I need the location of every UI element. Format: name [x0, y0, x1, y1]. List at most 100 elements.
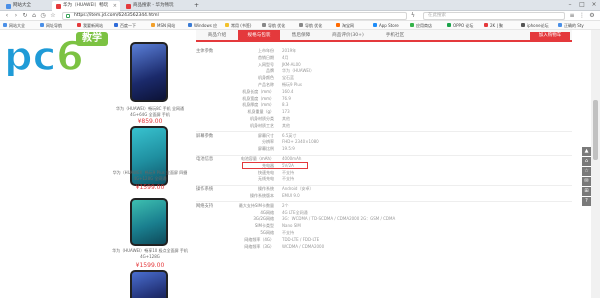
forward-icon[interactable]: › [12, 11, 20, 21]
browser-tab-0[interactable]: 网站大全 [2, 1, 50, 11]
bookmark-11[interactable]: 应用商店 [410, 21, 432, 30]
tab-3[interactable]: 商品评价(30+) [322, 30, 374, 42]
spec-value: 不支持 [282, 176, 294, 182]
tab-close-icon[interactable]: × [113, 1, 117, 11]
product-title[interactable]: 华为（HUAWEI）畅享10 极点全面屏 手机 4G+128G [110, 248, 190, 259]
bookmark-13[interactable]: 2K | 聚 [484, 21, 503, 30]
bookmark-label: MSN 网站 [157, 23, 176, 28]
lightning-icon[interactable]: ϟ [409, 11, 417, 21]
browser-tab-1[interactable]: 华为（HUAWEI）畅玩 × [52, 1, 120, 11]
side-tool-button-3[interactable]: ✉ [582, 177, 591, 186]
search-input[interactable]: 在此搜索 [423, 12, 565, 20]
bookmark-7[interactable]: 导航 优化 [262, 21, 285, 30]
spec-row: 机身重量（g） 173 [196, 109, 572, 116]
bookmark-label: Windows 应 [194, 23, 218, 28]
close-window-icon[interactable]: × [588, 0, 600, 10]
bookmark-label: 我要新闻站 [83, 23, 103, 28]
spec-row: 无线充电 不支持 [196, 176, 572, 183]
scrollbar-thumb[interactable] [593, 100, 598, 160]
new-tab-button[interactable]: + [192, 1, 202, 11]
menu-icon[interactable]: ≡ [568, 11, 576, 21]
tab-0[interactable]: 商品介绍 [196, 30, 238, 42]
bookmark-5[interactable]: Windows 应 [188, 21, 217, 30]
extension-icon[interactable]: ⋮ [578, 11, 586, 21]
lock-icon [66, 14, 70, 18]
spec-row: 操作系统 Android（安卓） [196, 186, 572, 193]
spec-row: 网络频率（3G） WCDMA / CDMA2000 [196, 244, 572, 251]
tab-favicon-icon [6, 4, 11, 9]
spec-value: 2个 [282, 202, 289, 208]
phone-image[interactable] [130, 42, 168, 102]
tab-1[interactable]: 规格与包装 [238, 30, 280, 42]
product-tabs: 商品介绍 规格与包装 售后保障 商品评价(30+) 手机社区 加入购物车 [196, 30, 572, 42]
tab-label: 商品搜索 - 华为畅玩 [133, 3, 174, 8]
address-bar[interactable]: https://item.jd.com/6243562344.html [62, 12, 407, 20]
highlight-box [242, 161, 308, 169]
home-icon[interactable]: ⌂ [30, 11, 38, 21]
tab-4[interactable]: 手机社区 [374, 30, 416, 42]
back-icon[interactable]: ‹ [3, 11, 11, 21]
star-icon[interactable]: ☆ [49, 11, 57, 21]
phone-image[interactable] [130, 198, 168, 246]
bookmark-icon [484, 23, 488, 27]
page-scrollbar[interactable] [591, 30, 600, 298]
spec-row: 屏幕比例 19.5:9 [196, 146, 572, 153]
spec-value: 76.9 [282, 95, 291, 101]
settings-icon[interactable]: ⚙ [588, 11, 596, 21]
spec-row: 屏幕尺寸 6.5英寸 [196, 133, 572, 140]
browser-tab-2[interactable]: 商品搜索 - 华为畅玩 [122, 1, 190, 11]
maximize-icon[interactable]: □ [576, 0, 588, 10]
bookmark-label: 2K | 聚 [490, 23, 504, 28]
bookmark-10[interactable]: App Store [373, 21, 399, 30]
tab-2[interactable]: 售后保障 [280, 30, 322, 42]
bookmark-4[interactable]: MSN 网站 [151, 21, 175, 30]
spec-value: 8.3 [282, 102, 289, 108]
reload-icon[interactable]: ↻ [21, 11, 29, 21]
bookmark-0[interactable]: 网站大全 [3, 21, 25, 30]
spec-key: 快速充电 [258, 169, 274, 175]
bookmark-label: 网站大全 [9, 23, 25, 28]
bookmark-14[interactable]: iphone论坛 [521, 21, 549, 30]
side-tool-button-0[interactable]: ▲ [582, 147, 591, 156]
bookmark-1[interactable]: 网址导航 [40, 21, 62, 30]
add-to-cart-button[interactable]: 加入购物车 [530, 32, 570, 40]
bookmark-icon [40, 23, 44, 27]
spec-row: 分辨率 FHD+ 2340×1080 [196, 139, 572, 146]
bookmark-label: 淘宝网 [342, 23, 354, 28]
spec-row: 网络频率（4G） TDD-LTE / FDD-LTE [196, 237, 572, 244]
side-tool-button-2[interactable]: ☆ [582, 167, 591, 176]
sidebar-product-2[interactable]: 华为（HUAWEI）畅享10 极点全面屏 手机 4G+128G ¥1599.00 [110, 198, 190, 270]
bookmark-12[interactable]: OPPO 论坛 [447, 21, 473, 30]
spec-row: 入网型号 JKM-AL00 [196, 62, 572, 69]
history-icon[interactable]: ◷ [39, 11, 47, 21]
bookmark-2[interactable]: 我要新闻站 [77, 21, 103, 30]
spec-value: 畅玩9 Plus [282, 82, 302, 87]
bookmark-6[interactable]: 常用 (书签) [225, 21, 251, 30]
spec-key: 3G/2G网络 [253, 216, 274, 222]
sidebar-product-0[interactable]: 华为（HUAWEI）畅玩8C 手机 全网通 4G+64G 全面屏 手机 ¥859… [110, 40, 190, 125]
bookmark-icon [410, 23, 414, 27]
tab-favicon-icon [56, 4, 61, 9]
bookmark-label: 导航 优化 [305, 23, 323, 28]
sidebar-product-next[interactable] [110, 270, 190, 298]
bookmark-icon [225, 23, 229, 27]
spec-row: 机身颜色 宝石蓝 [196, 75, 572, 82]
product-title[interactable]: 华为（HUAWEI）畅玩8C 手机 全网通 4G+64G 全面屏 手机 [110, 106, 190, 117]
bookmark-icon [151, 23, 155, 27]
sidebar-product-1[interactable]: 华为（HUAWEI）畅玩9 Plus 全面屏 四摄 4G+128G 全网通 ¥1… [110, 126, 190, 202]
spec-key: 上市年份 [258, 48, 274, 53]
spec-row: 操作系统版本 EMUI 9.0 [196, 193, 572, 200]
side-tool-button-5[interactable]: ? [582, 197, 591, 206]
minimize-icon[interactable]: – [564, 0, 576, 10]
bookmark-3[interactable]: 百度一下 [114, 21, 136, 30]
side-tool-button-1[interactable]: ⌂ [582, 157, 591, 166]
phone-image[interactable] [130, 270, 168, 298]
spec-key: 分辨率 [262, 139, 274, 145]
spec-value: EMUI 9.0 [282, 193, 300, 198]
bookmark-8[interactable]: 导航 优化 [299, 21, 322, 30]
product-title[interactable]: 华为（HUAWEI）畅玩9 Plus 全面屏 四摄 4G+128G 全网通 [110, 170, 190, 181]
bookmark-9[interactable]: 淘宝网 [336, 21, 354, 30]
side-tool-button-4[interactable]: ⊞ [582, 187, 591, 196]
search-placeholder: 在此搜索 [428, 13, 446, 18]
bookmark-15[interactable]: 正确的 Sty [558, 21, 584, 30]
